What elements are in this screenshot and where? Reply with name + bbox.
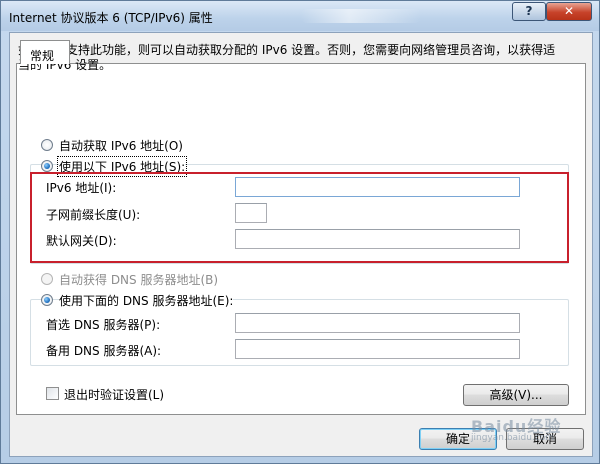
title-bar[interactable]: Internet 协议版本 6 (TCP/IPv6) 属性 ? ✕ <box>1 1 599 31</box>
baidu-watermark-url: jingyan.baidu.com <box>471 433 555 443</box>
advanced-button[interactable]: 高级(V)... <box>463 384 569 406</box>
annotation-highlight-box <box>30 172 569 263</box>
alternate-dns-input[interactable] <box>235 339 520 359</box>
auto-dns-label[interactable]: 自动获得 DNS 服务器地址(B) <box>59 271 218 288</box>
help-button[interactable]: ? <box>512 2 546 21</box>
validate-settings-checkbox[interactable] <box>46 387 59 400</box>
description-text: 如果网络支持此功能，则可以自动获取分配的 IPv6 设置。否则，您需要向网络管理… <box>18 43 556 72</box>
manual-dns-radio[interactable] <box>41 294 53 306</box>
dialog-window: Internet 协议版本 6 (TCP/IPv6) 属性 ? ✕ 常规 如果网… <box>0 0 600 464</box>
alternate-dns-label: 备用 DNS 服务器(A): <box>46 344 162 358</box>
auto-ipv6-label[interactable]: 自动获取 IPv6 地址(O) <box>59 137 183 154</box>
validate-settings-label[interactable]: 退出时验证设置(L) <box>64 386 164 403</box>
manual-dns-label[interactable]: 使用下面的 DNS 服务器地址(E): <box>59 292 234 309</box>
preferred-dns-input[interactable] <box>235 313 520 333</box>
help-icon: ? <box>525 4 533 18</box>
close-icon: ✕ <box>563 4 575 18</box>
auto-ipv6-radio[interactable] <box>41 139 53 151</box>
preferred-dns-label: 首选 DNS 服务器(P): <box>46 318 161 332</box>
auto-dns-radio[interactable] <box>41 273 53 285</box>
tab-general[interactable]: 常规 <box>20 40 70 64</box>
close-button[interactable]: ✕ <box>546 2 592 21</box>
title-bar-glare <box>301 9 421 23</box>
window-title: Internet 协议版本 6 (TCP/IPv6) 属性 <box>9 11 213 25</box>
manual-ipv6-radio[interactable] <box>41 160 53 172</box>
